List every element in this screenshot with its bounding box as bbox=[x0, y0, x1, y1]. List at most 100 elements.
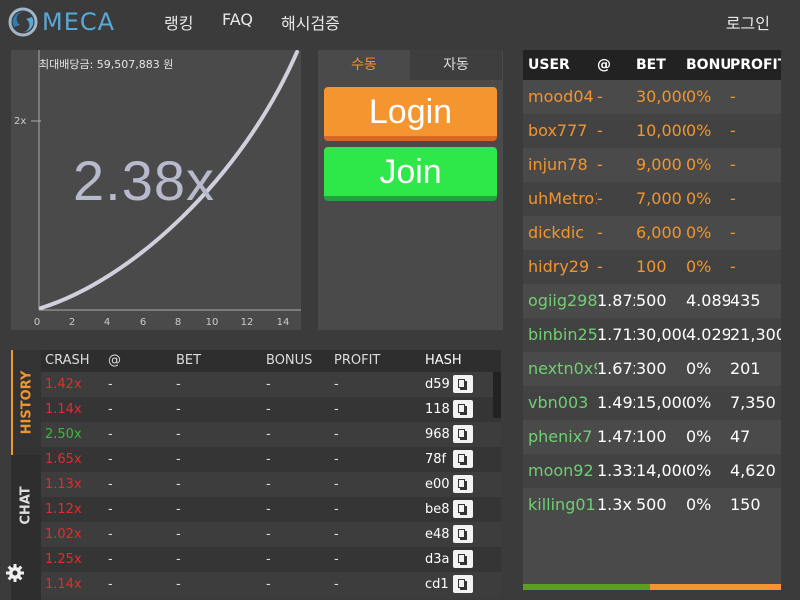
copy-hash-icon[interactable] bbox=[453, 375, 473, 393]
logo[interactable]: MECA bbox=[8, 6, 115, 38]
history-bet: - bbox=[176, 427, 181, 442]
player-username: vbn003 bbox=[528, 393, 589, 412]
max-payout-label: 최대배당금: 59,507,883 원 bbox=[39, 58, 174, 71]
player-profit: 21,300 bbox=[730, 325, 781, 344]
nav-hash-verify[interactable]: 해시검증 bbox=[281, 10, 340, 34]
player-bonus: 0% bbox=[686, 393, 712, 412]
history-profit: - bbox=[334, 427, 339, 442]
player-row: moon921.33x14,0000% 4,620 bbox=[523, 454, 781, 488]
history-hash: 968 bbox=[425, 427, 450, 442]
player-bet: 15,000 bbox=[636, 393, 686, 412]
player-cashout: 1.87x bbox=[597, 291, 635, 310]
history-row: 1.12x - - - - be8 bbox=[41, 497, 501, 522]
player-bet: 100 bbox=[636, 427, 667, 446]
login-link[interactable]: 로그인 bbox=[726, 10, 770, 34]
tab-history[interactable]: HISTORY bbox=[11, 350, 41, 455]
history-bet: - bbox=[176, 477, 181, 492]
tab-history-label: HISTORY bbox=[19, 370, 35, 435]
player-profit: 4,620 bbox=[730, 461, 776, 480]
history-bonus: - bbox=[266, 427, 271, 442]
x-tick-label: 4 bbox=[104, 317, 110, 328]
nav-faq[interactable]: FAQ bbox=[222, 10, 253, 29]
history-row: 1.42x - - - - d59 bbox=[41, 372, 501, 397]
player-username: mood04 bbox=[528, 87, 594, 106]
tab-manual[interactable]: 수동 bbox=[318, 50, 410, 80]
join-button[interactable]: Join bbox=[324, 147, 497, 201]
history-table-body: 1.42x - - - - d59 1.14x - - - - 118 2.50x - - - - 968 1.65… bbox=[41, 372, 501, 597]
tab-auto[interactable]: 자동 bbox=[410, 50, 502, 80]
player-cashout: 1.71x bbox=[597, 325, 635, 344]
nav-ranking[interactable]: 랭킹 bbox=[164, 10, 193, 34]
tab-chat[interactable]: CHAT bbox=[11, 465, 41, 545]
player-cashout: 1.3x bbox=[597, 495, 632, 514]
history-table-header: CRASH @ BET BONUS PROFIT HASH bbox=[41, 350, 501, 372]
history-hash: be8 bbox=[425, 502, 450, 517]
history-bet: - bbox=[176, 552, 181, 567]
history-bet: - bbox=[176, 577, 181, 592]
history-profit: - bbox=[334, 552, 339, 567]
copy-hash-icon[interactable] bbox=[453, 500, 473, 518]
copy-hash-icon[interactable] bbox=[453, 475, 473, 493]
col-profit: PROFIT bbox=[334, 353, 381, 368]
cashed-out-bar bbox=[523, 584, 650, 590]
history-table: CRASH @ BET BONUS PROFIT HASH 1.42x - - - - d… bbox=[41, 350, 501, 600]
history-row: 2.50x - - - - 968 bbox=[41, 422, 501, 447]
player-username: dickdic bbox=[528, 223, 585, 242]
history-cashout: - bbox=[108, 377, 113, 392]
bet-panel: 수동 자동 Login Join bbox=[318, 50, 503, 330]
player-bonus: 0% bbox=[686, 155, 712, 174]
cashout-ratio-bar bbox=[523, 584, 781, 590]
player-bet: 7,000 bbox=[636, 189, 682, 208]
player-row: uhMetro1-7,000 0% - bbox=[523, 182, 781, 216]
history-cashout: - bbox=[108, 402, 113, 417]
history-cashout: - bbox=[108, 527, 113, 542]
y-tick-label: 2x bbox=[14, 116, 26, 127]
copy-hash-icon[interactable] bbox=[453, 550, 473, 568]
col-bonus: BONUS bbox=[266, 353, 313, 368]
player-row: ogiig2981.87x500 4.089%435 bbox=[523, 284, 781, 318]
player-cashout: - bbox=[597, 223, 603, 242]
copy-hash-icon[interactable] bbox=[453, 425, 473, 443]
players-table: USER @ BET BONUS PROFIT mood04-30,0000%-… bbox=[523, 50, 781, 590]
history-cashout: - bbox=[108, 577, 113, 592]
copy-hash-icon[interactable] bbox=[453, 575, 473, 593]
history-hash: d59 bbox=[425, 377, 450, 392]
col-profit: PROFIT bbox=[730, 57, 781, 73]
player-bet: 10,000 bbox=[636, 121, 686, 140]
player-profit: 47 bbox=[730, 427, 751, 446]
history-cashout: - bbox=[108, 552, 113, 567]
history-bonus: - bbox=[266, 377, 271, 392]
player-bonus: 0% bbox=[686, 87, 712, 106]
player-cashout: - bbox=[597, 87, 603, 106]
player-row: binbin2561.71x30,0004.029%21,300 bbox=[523, 318, 781, 352]
copy-hash-icon[interactable] bbox=[453, 400, 473, 418]
col-crash: CRASH bbox=[45, 353, 90, 368]
player-bet: 500 bbox=[636, 495, 667, 514]
copy-hash-icon[interactable] bbox=[453, 525, 473, 543]
player-row: injun78-9,000 0% - bbox=[523, 148, 781, 182]
history-row: 1.14x - - - - 118 bbox=[41, 397, 501, 422]
player-cashout: - bbox=[597, 257, 603, 276]
player-username: box777 bbox=[528, 121, 588, 140]
player-username: moon92 bbox=[528, 461, 594, 480]
col-bet: BET bbox=[176, 353, 202, 368]
x-tick-label: 12 bbox=[241, 317, 254, 328]
player-bonus: 0% bbox=[686, 461, 712, 480]
gear-icon[interactable] bbox=[5, 563, 25, 583]
history-hash: 118 bbox=[425, 402, 450, 417]
copy-hash-icon[interactable] bbox=[453, 450, 473, 468]
login-button[interactable]: Login bbox=[324, 87, 497, 141]
history-scrollbar[interactable] bbox=[493, 372, 501, 418]
player-username: killing0102 bbox=[528, 495, 597, 514]
history-cashout: - bbox=[108, 427, 113, 442]
player-bet: 30,000 bbox=[636, 325, 686, 344]
crash-value: 1.14x bbox=[45, 402, 82, 417]
history-profit: - bbox=[334, 452, 339, 467]
player-row: mood04-30,0000%- bbox=[523, 80, 781, 114]
player-bet: 300 bbox=[636, 359, 667, 378]
players-table-body: mood04-30,0000%-box777-10,0000%-injun78-… bbox=[523, 80, 781, 522]
history-profit: - bbox=[334, 577, 339, 592]
player-username: uhMetro1 bbox=[528, 189, 597, 208]
logo-text: MECA bbox=[42, 8, 116, 36]
history-bonus: - bbox=[266, 577, 271, 592]
